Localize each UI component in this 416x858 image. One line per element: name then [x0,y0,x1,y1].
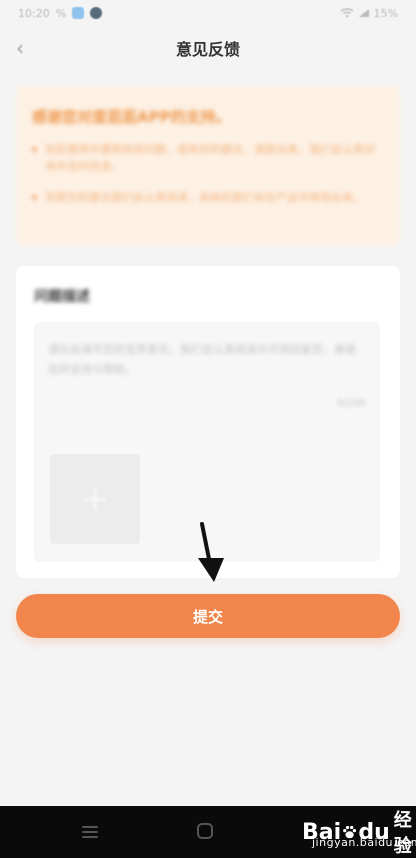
bullet-dot-icon [32,147,37,152]
submit-button[interactable]: 提交 [16,594,400,638]
status-signal-text: % [55,6,67,20]
bullet-dot-icon [32,195,37,200]
menu-icon[interactable] [82,826,98,838]
status-bar: 10:20 % 15% [0,0,416,26]
notice-item: 如您使用中遇到体验问题，或有好的建议，请提出来，我们会认真对待并及时改进。 [32,141,384,175]
watermark-logo-row: Bai du 经验 [302,806,416,858]
plus-icon: + [80,479,110,519]
notice-heading: 感谢您对度逛逛APP的支持。 [32,108,231,126]
feedback-page: 10:20 % 15% ‹ 意见反馈 感谢您对度逛逛APP的支持。 如您使用中遇… [0,0,416,858]
textarea-placeholder: 请在此填写您的宝贵意见，我们会认真阅读并尽快回复您，谢谢您的支持与帮助。 [48,343,356,376]
wifi-icon [340,8,353,18]
battery-level: 15% [373,6,398,20]
notice-item-text: 如您使用中遇到体验问题，或有好的建议，请提出来，我们会认真对待并及时改进。 [45,143,375,173]
notice-item: 您提交的建议我们会认真阅读，采纳后我们会在产品中体现出来。 [32,189,384,206]
watermark-domain: jingyan.baidu.com [312,836,416,849]
chevron-left-icon[interactable]: ‹ [16,38,36,58]
arrow-down-icon [198,522,224,582]
description-title: 问题描述 [34,289,90,305]
notice-banner: 感谢您对度逛逛APP的支持。 如您使用中遇到体验问题，或有好的建议，请提出来，我… [16,86,400,246]
top-bar: ‹ 意见反馈 [0,26,416,70]
app-notification-icon-2 [90,7,103,19]
char-count: 0/200 [337,398,366,409]
status-time: 10:20 [18,6,50,20]
watermark-logo: Bai du 经验 jingyan.baidu.com [292,802,416,857]
page-title: 意见反馈 [175,40,240,59]
watermark-jingyan: 经验 [393,810,412,857]
cellular-signal-icon [358,9,369,17]
add-image-button[interactable]: + [50,454,140,544]
notice-item-text: 您提交的建议我们会认真阅读，采纳后我们会在产品中体现出来。 [45,191,364,204]
status-left: 10:20 % [18,6,103,20]
home-icon[interactable] [197,823,213,839]
app-notification-icon [72,7,85,19]
status-right: 15% [340,7,398,20]
